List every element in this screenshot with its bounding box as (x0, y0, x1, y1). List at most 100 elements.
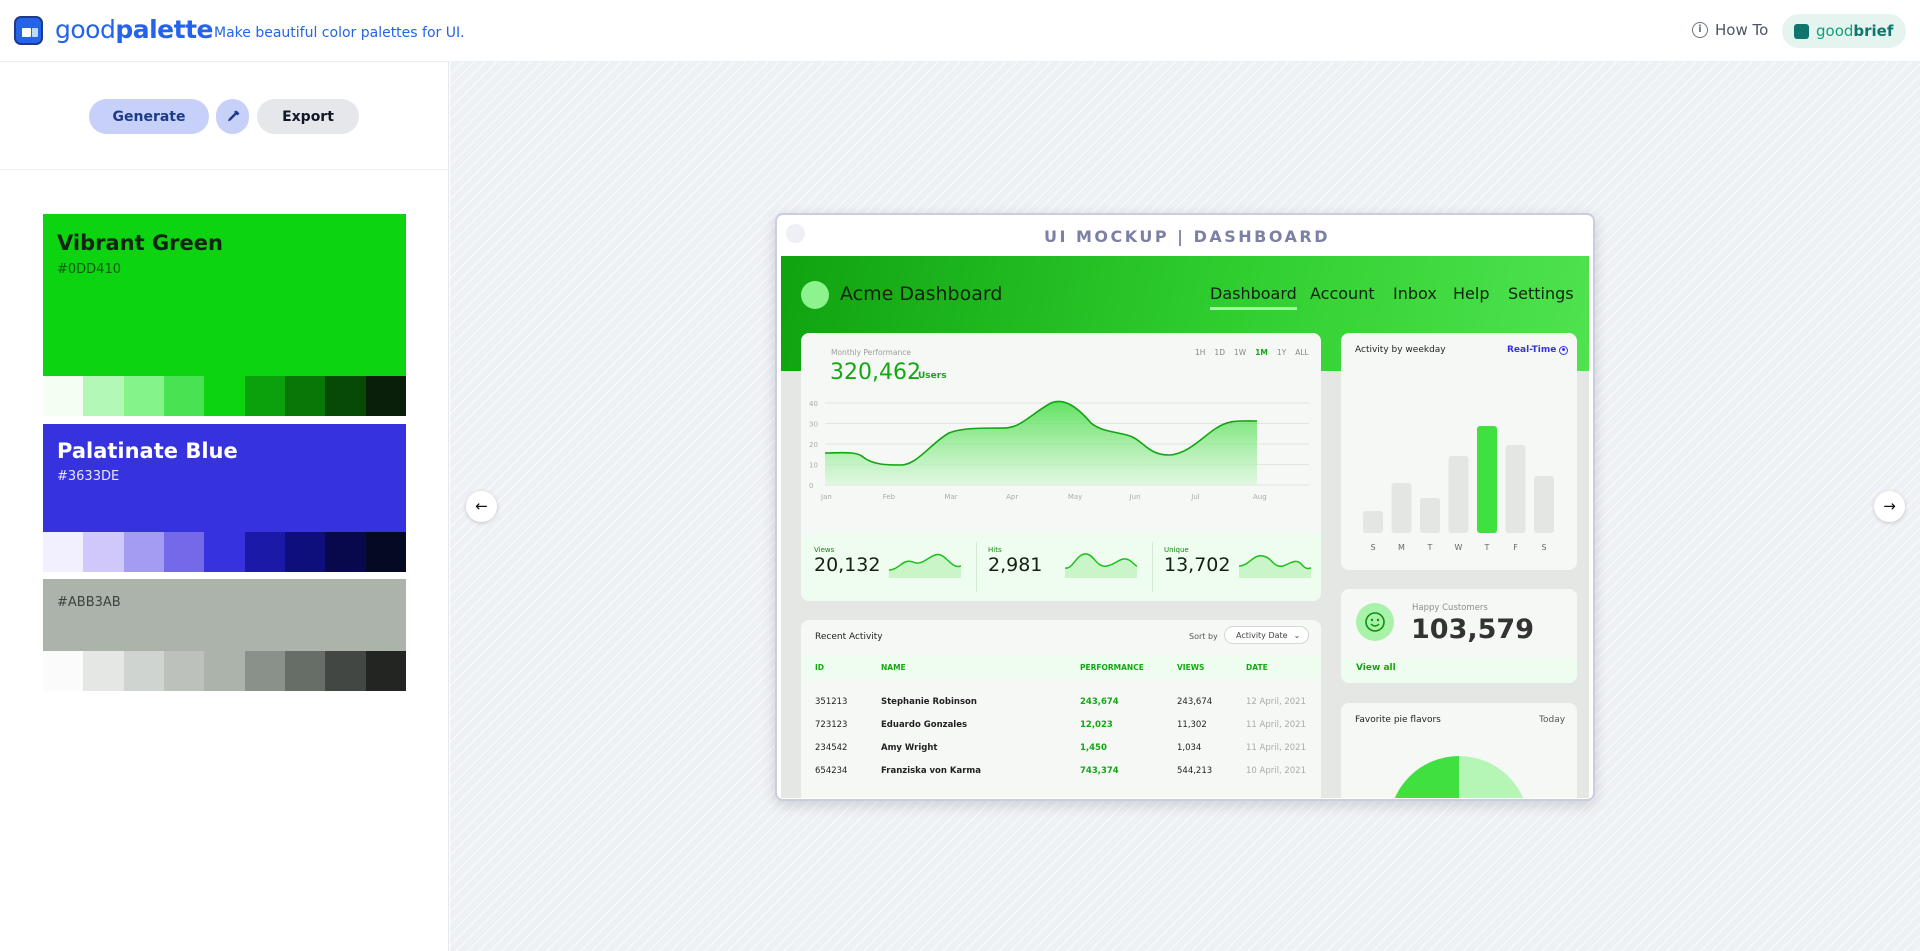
customers-value: 103,579 (1411, 614, 1534, 645)
weekday-bar (1448, 456, 1469, 533)
swatch-main[interactable]: Vibrant Green #0DD410 (43, 214, 406, 376)
previous-mockup-button[interactable]: ← (466, 491, 497, 522)
swatch-hex: #3633DE (57, 469, 120, 484)
toolbar: Generate Export (0, 62, 449, 170)
nav-inbox[interactable]: Inbox (1393, 284, 1437, 303)
shade-swatch[interactable] (365, 532, 406, 572)
next-mockup-button[interactable]: → (1874, 491, 1905, 522)
shade-swatch[interactable] (244, 532, 285, 572)
x-tick-label: Apr (1006, 493, 1018, 501)
x-tick-label: Feb (883, 493, 896, 501)
eyedropper-icon (227, 110, 239, 121)
shade-swatch[interactable] (204, 376, 245, 416)
shade-swatch[interactable] (123, 532, 164, 572)
shade-swatch[interactable] (284, 376, 326, 416)
col-views[interactable]: VIEWS (1177, 663, 1204, 672)
swatch-hex: #ABB3AB (57, 595, 121, 610)
how-to-link[interactable]: i How To (1692, 21, 1768, 39)
range-1d[interactable]: 1D (1214, 348, 1225, 357)
palette-gray[interactable]: #ABB3AB (43, 579, 406, 691)
shade-swatch[interactable] (325, 532, 366, 572)
weekday-bar (1477, 426, 1497, 533)
shade-swatch[interactable] (244, 376, 285, 416)
weekday-label: M (1398, 543, 1405, 552)
col-name[interactable]: NAME (881, 663, 906, 672)
col-performance[interactable]: PERFORMANCE (1080, 663, 1144, 672)
weekday-label: S (1370, 543, 1375, 552)
views-sparkline (889, 553, 961, 578)
shade-swatch[interactable] (365, 651, 406, 691)
table-cell: 12 April, 2021 (1246, 697, 1306, 707)
col-id[interactable]: ID (815, 663, 824, 672)
shade-swatch[interactable] (43, 376, 84, 416)
generate-button[interactable]: Generate (89, 99, 209, 134)
shade-swatch[interactable] (284, 651, 326, 691)
x-tick-label: Jan (820, 493, 832, 501)
range-1w[interactable]: 1W (1234, 348, 1246, 357)
color-picker-button[interactable] (216, 99, 249, 134)
shade-swatch[interactable] (244, 651, 285, 691)
range-all[interactable]: ALL (1295, 348, 1309, 357)
nav-settings[interactable]: Settings (1508, 284, 1574, 303)
arrow-left-icon: ← (475, 497, 488, 515)
shade-swatch[interactable] (83, 651, 124, 691)
shade-swatch[interactable] (365, 376, 406, 416)
shade-swatch[interactable] (83, 376, 124, 416)
hits-sparkline (1065, 553, 1137, 578)
table-cell: Stephanie Robinson (881, 697, 977, 707)
weekday-title: Activity by weekday (1355, 345, 1446, 355)
range-1h[interactable]: 1H (1195, 348, 1205, 357)
table-cell: 10 April, 2021 (1246, 766, 1306, 776)
nav-account[interactable]: Account (1310, 284, 1375, 303)
brand-name[interactable]: goodpalette (55, 15, 213, 44)
shade-strip (43, 532, 406, 572)
stat-views: Views 20,132 (814, 546, 880, 576)
how-to-label: How To (1715, 21, 1769, 39)
shade-swatch[interactable] (204, 651, 245, 691)
realtime-toggle[interactable]: Real-Time (1507, 345, 1569, 355)
performance-card: Monthly Performance 320,462 Users 1H 1D 1W… (801, 333, 1321, 601)
swatch-main[interactable]: #ABB3AB (43, 579, 406, 651)
x-tick-label: Aug (1253, 493, 1267, 501)
table-header (801, 655, 1321, 679)
range-selector: 1H 1D 1W 1M 1Y ALL (1195, 348, 1309, 357)
table-cell: 243,674 (1080, 697, 1119, 707)
range-1m[interactable]: 1M (1255, 348, 1268, 357)
shade-swatch[interactable] (325, 651, 366, 691)
goodbrief-link[interactable]: goodbrief (1782, 14, 1906, 48)
shade-swatch[interactable] (163, 532, 205, 572)
export-button[interactable]: Export (257, 99, 359, 134)
shade-strip (43, 651, 406, 691)
nav-help[interactable]: Help (1453, 284, 1489, 303)
palette-vibrant-green[interactable]: Vibrant Green #0DD410 (43, 214, 406, 416)
pie-chart (1394, 756, 1524, 798)
pie-slice (1459, 756, 1524, 798)
weekday-bar (1505, 445, 1526, 533)
swatch-name: Palatinate Blue (57, 439, 238, 463)
performance-label: Monthly Performance (831, 348, 911, 357)
goodpalette-logo-icon[interactable] (14, 16, 43, 45)
range-1y[interactable]: 1Y (1277, 348, 1286, 357)
swatch-main[interactable]: Palatinate Blue #3633DE (43, 424, 406, 532)
stats-row: Views 20,132 Hits 2,981 Unique 13,702 (801, 534, 1321, 601)
view-all-link[interactable]: View all (1356, 663, 1396, 673)
col-date[interactable]: DATE (1246, 663, 1268, 672)
shade-swatch[interactable] (43, 532, 84, 572)
shade-swatch[interactable] (83, 532, 124, 572)
table-cell: 11 April, 2021 (1246, 720, 1306, 730)
weekday-label: T (1427, 543, 1433, 552)
shade-swatch[interactable] (123, 651, 164, 691)
palette-palatinate-blue[interactable]: Palatinate Blue #3633DE (43, 424, 406, 572)
shade-swatch[interactable] (284, 532, 326, 572)
shade-swatch[interactable] (325, 376, 366, 416)
shade-swatch[interactable] (204, 532, 245, 572)
sort-dropdown[interactable]: Activity Date ⌄ (1224, 626, 1309, 644)
shade-swatch[interactable] (123, 376, 164, 416)
shade-swatch[interactable] (163, 651, 205, 691)
pie-title: Favorite pie flavors (1355, 715, 1441, 725)
shade-swatch[interactable] (163, 376, 205, 416)
happy-customers-card: Happy Customers 103,579 View all (1341, 589, 1577, 683)
shade-swatch[interactable] (43, 651, 84, 691)
table-cell: 654234 (815, 766, 848, 776)
nav-dashboard[interactable]: Dashboard (1210, 284, 1297, 310)
